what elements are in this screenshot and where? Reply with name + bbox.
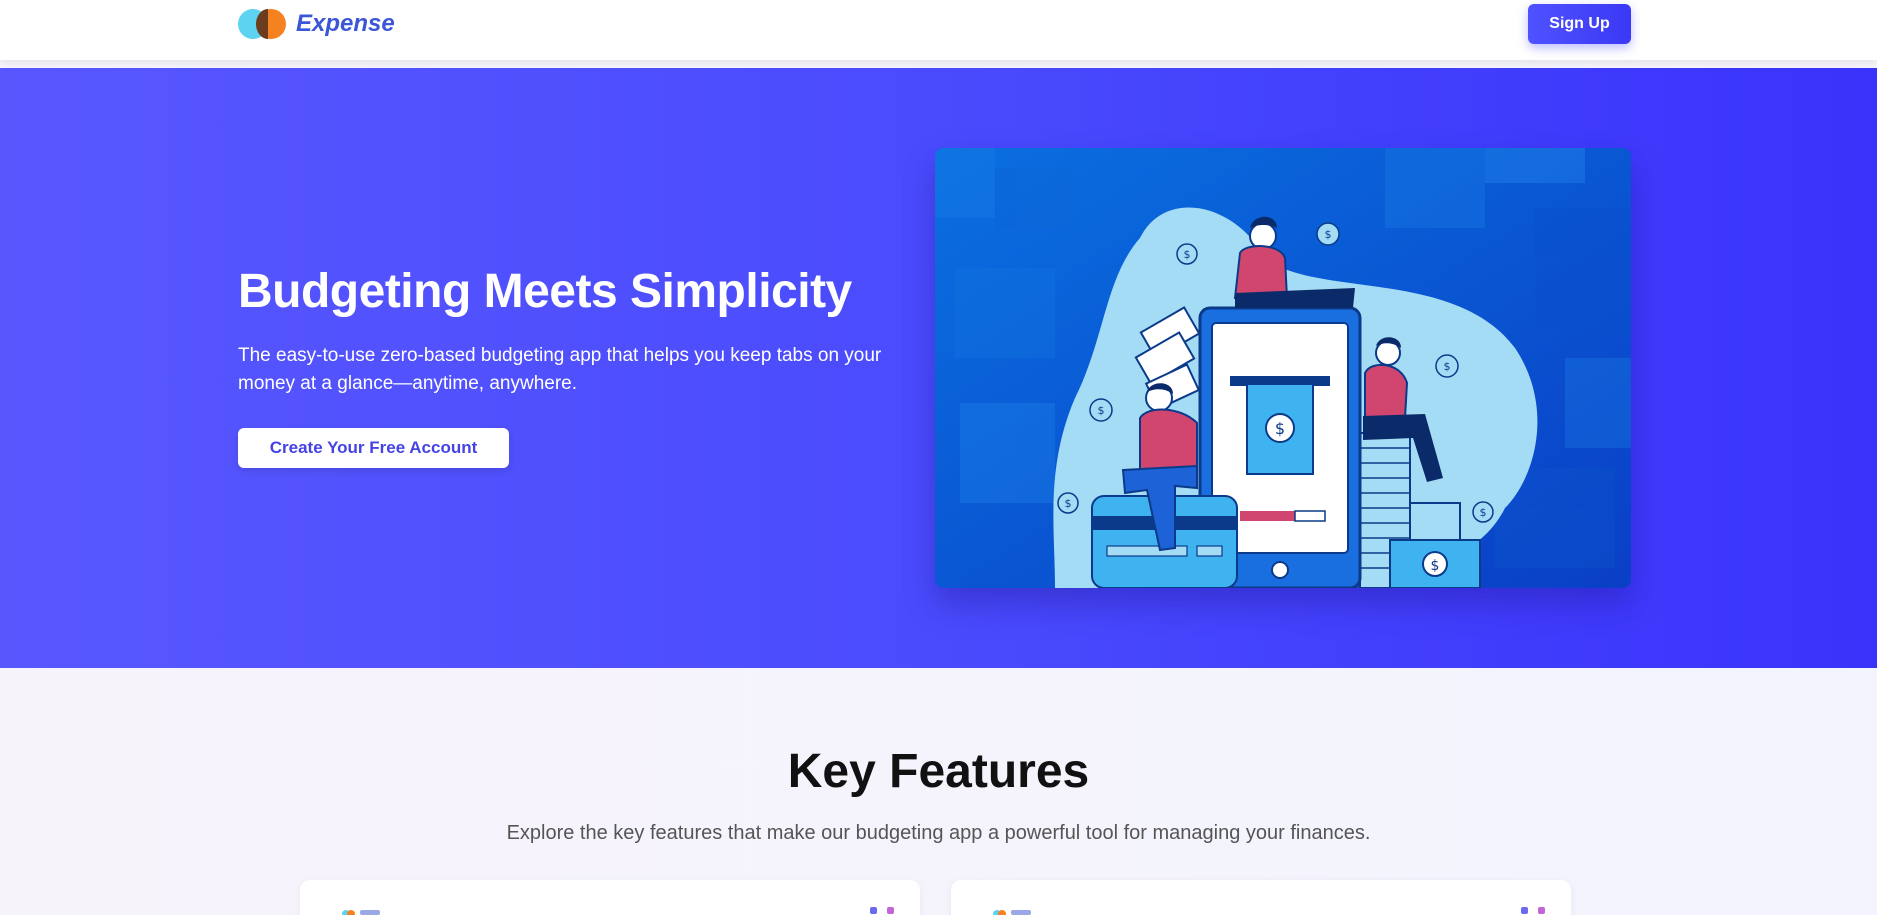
svg-text:$: $	[1275, 419, 1285, 438]
feature-card[interactable]	[300, 880, 920, 915]
features-title: Key Features	[787, 745, 1090, 798]
hero-subtitle: The easy-to-use zero-based budgeting app…	[238, 345, 882, 394]
logo-icon	[238, 8, 288, 40]
mini-icons	[870, 907, 894, 914]
svg-text:$: $	[1325, 228, 1332, 241]
svg-text:$: $	[1098, 404, 1105, 417]
hero-section: Budgeting Meets Simplicity The easy-to-u…	[0, 68, 1877, 668]
svg-text:$: $	[1480, 506, 1487, 519]
site-header: Expense Sign Up	[0, 0, 1877, 60]
mini-brand-placeholder	[360, 910, 380, 915]
hero-title: Budgeting Meets Simplicity	[238, 265, 852, 318]
mini-logo-icon	[342, 910, 356, 915]
mini-logo-icon	[993, 910, 1007, 915]
svg-text:$: $	[1184, 248, 1191, 261]
budgeting-illustration: $ $ $ $ $ $ $ $	[935, 148, 1631, 588]
svg-text:$: $	[1444, 360, 1451, 373]
feature-card[interactable]	[951, 880, 1571, 915]
brand-name: Expense	[296, 10, 395, 37]
sign-up-button[interactable]: Sign Up	[1528, 4, 1631, 44]
svg-text:$: $	[1065, 497, 1072, 510]
create-account-button[interactable]: Create Your Free Account	[238, 428, 509, 468]
mini-icons	[1521, 907, 1545, 914]
features-subtitle: Explore the key features that make our b…	[506, 822, 1371, 844]
features-section: Key Features Explore the key features th…	[0, 668, 1877, 915]
brand-logo[interactable]: Expense	[238, 8, 395, 40]
svg-text:$: $	[1431, 558, 1440, 574]
mini-brand-placeholder	[1011, 910, 1031, 915]
